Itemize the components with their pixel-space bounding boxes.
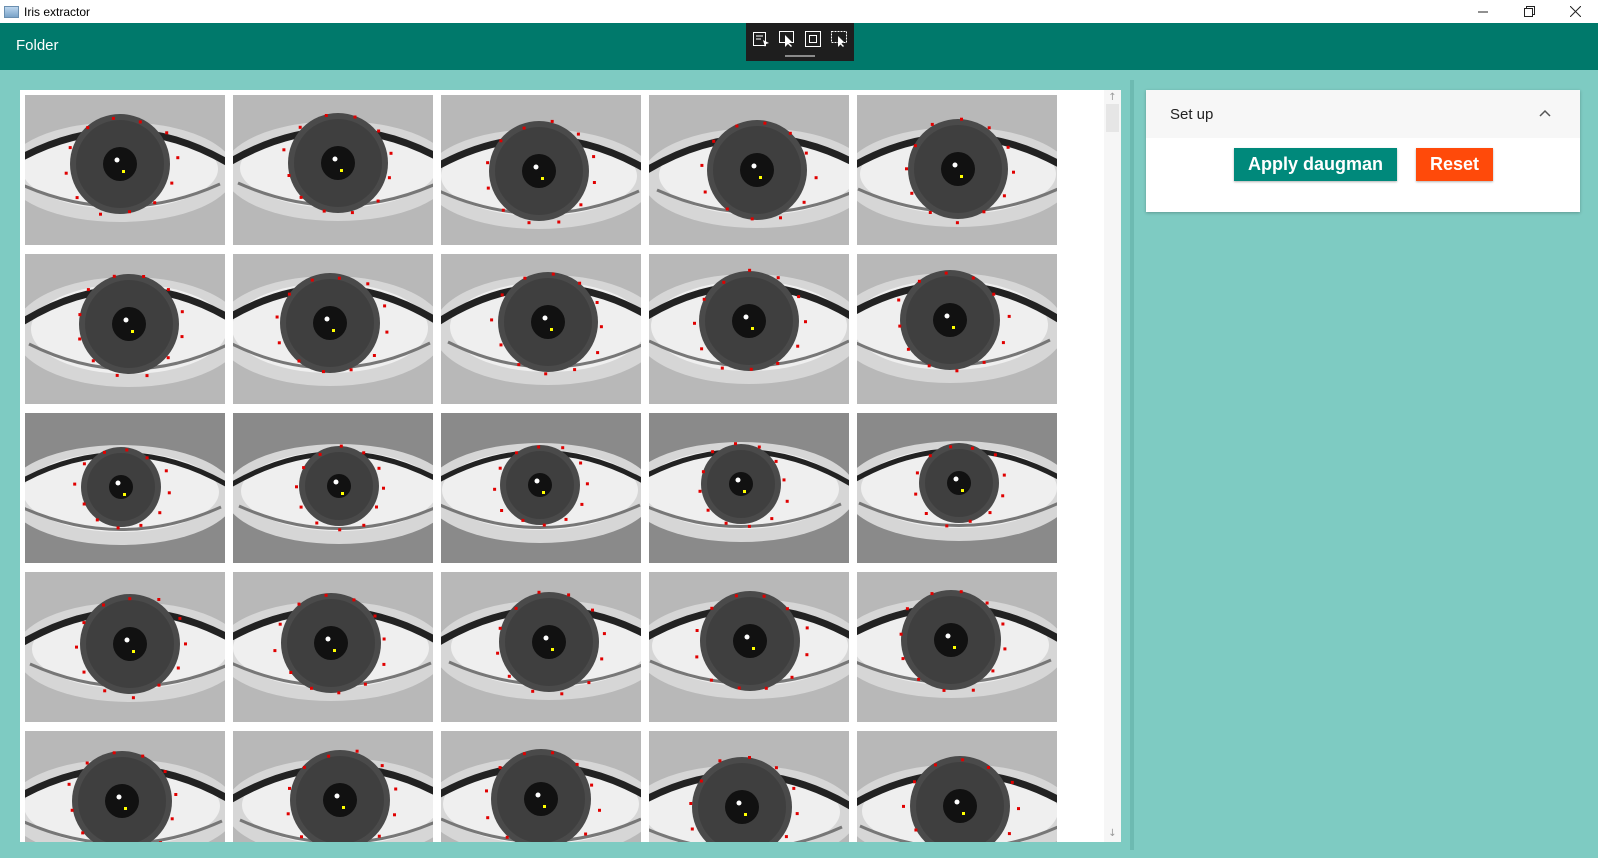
eye-thumbnail[interactable] xyxy=(233,572,433,722)
restore-icon[interactable] xyxy=(1506,0,1552,23)
eye-thumbnail[interactable] xyxy=(857,254,1057,404)
eye-thumbnail[interactable] xyxy=(233,731,433,842)
chevron-up-icon[interactable] xyxy=(1538,106,1552,120)
minimize-icon[interactable] xyxy=(1460,0,1506,23)
rectangle-tool-icon[interactable] xyxy=(803,29,823,49)
pointer-tool-icon[interactable] xyxy=(777,29,797,49)
scroll-down-icon[interactable]: ↓ xyxy=(1104,826,1121,840)
app-icon xyxy=(4,5,19,18)
folder-menu[interactable]: Folder xyxy=(16,37,59,54)
close-icon[interactable] xyxy=(1552,0,1598,23)
eye-thumbnail[interactable] xyxy=(857,95,1057,245)
eye-thumbnail[interactable] xyxy=(233,95,433,245)
select-tool-icon[interactable] xyxy=(751,29,771,49)
eye-thumbnail[interactable] xyxy=(649,572,849,722)
setup-title: Set up xyxy=(1170,106,1214,123)
window-title: Iris extractor xyxy=(24,4,91,19)
region-tool-icon[interactable] xyxy=(829,29,849,49)
eye-thumbnail[interactable] xyxy=(25,413,225,563)
eye-thumbnail[interactable] xyxy=(25,572,225,722)
eye-thumbnail[interactable] xyxy=(441,572,641,722)
eye-thumbnail[interactable] xyxy=(857,572,1057,722)
eye-thumbnail[interactable] xyxy=(649,95,849,245)
eye-thumbnail[interactable] xyxy=(649,254,849,404)
setup-header[interactable]: Set up xyxy=(1146,90,1580,138)
gallery-scrollbar[interactable]: ↑ ↓ xyxy=(1104,90,1121,842)
eye-thumbnail[interactable] xyxy=(25,254,225,404)
scrollbar-thumb[interactable] xyxy=(1106,104,1119,132)
eye-thumbnail[interactable] xyxy=(441,413,641,563)
reset-button[interactable]: Reset xyxy=(1416,148,1493,181)
eye-thumbnail[interactable] xyxy=(649,413,849,563)
apply-daugman-button[interactable]: Apply daugman xyxy=(1234,148,1397,181)
eye-thumbnail[interactable] xyxy=(25,95,225,245)
scroll-up-icon[interactable]: ↑ xyxy=(1104,90,1121,104)
setup-panel: Set up Apply daugman Reset xyxy=(1146,90,1580,212)
panel-splitter[interactable] xyxy=(1130,80,1134,850)
eye-thumbnail[interactable] xyxy=(441,731,641,842)
eye-thumbnail[interactable] xyxy=(649,731,849,842)
eye-thumbnail[interactable] xyxy=(857,731,1057,842)
eye-thumbnail[interactable] xyxy=(441,95,641,245)
eye-thumbnail[interactable] xyxy=(233,254,433,404)
title-bar: Iris extractor xyxy=(0,0,1598,23)
eye-thumbnail[interactable] xyxy=(233,413,433,563)
window-controls xyxy=(1460,0,1598,23)
eye-thumbnail[interactable] xyxy=(441,254,641,404)
toolbar-grip[interactable] xyxy=(785,55,815,57)
image-gallery[interactable]: ↑ ↓ xyxy=(20,90,1121,842)
eye-thumbnail[interactable] xyxy=(25,731,225,842)
floating-toolbar xyxy=(746,23,854,61)
eye-thumbnail[interactable] xyxy=(857,413,1057,563)
